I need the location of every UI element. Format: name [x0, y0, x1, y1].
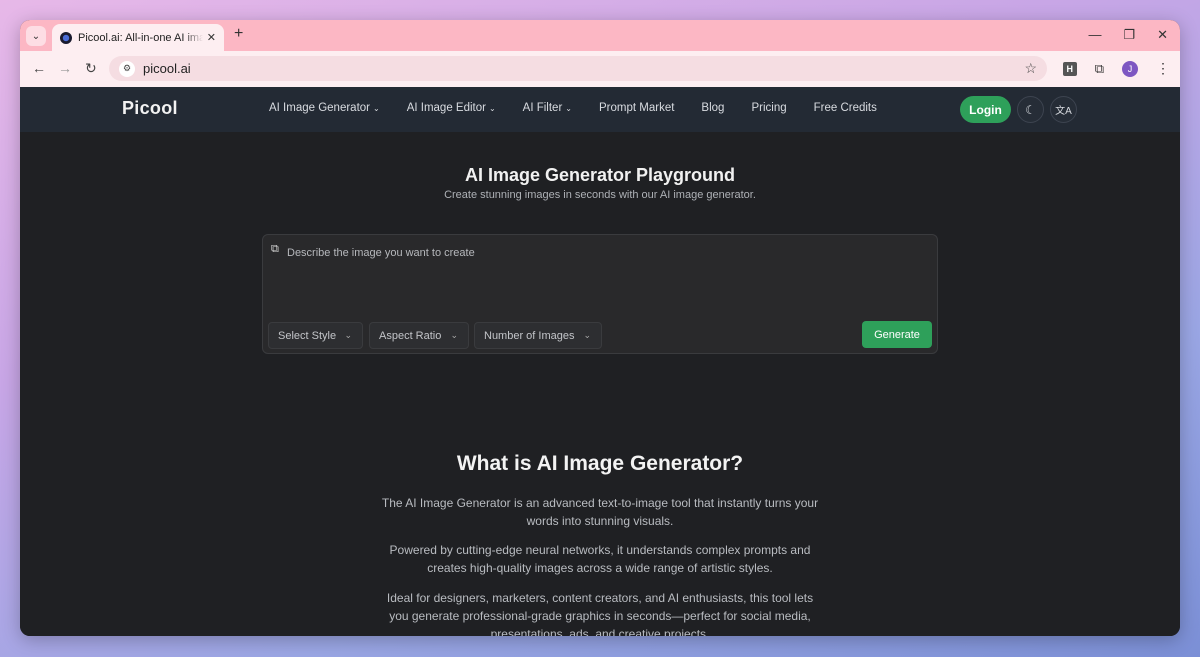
tab-strip: ⌄ Picool.ai: All-in-one AI image generat…	[20, 20, 1180, 51]
browser-tab[interactable]: Picool.ai: All-in-one AI image generator…	[52, 24, 224, 51]
window-controls: — ❐ ✕	[1088, 27, 1168, 43]
nav-pricing[interactable]: Pricing	[751, 102, 786, 114]
prompt-panel: ⧉ Describe the image you want to create …	[262, 234, 938, 354]
forward-arrow-icon[interactable]: →	[58, 60, 72, 76]
select-label: Aspect Ratio	[379, 329, 442, 342]
extensions-puzzle-icon[interactable]: ⧉	[1095, 61, 1104, 77]
browser-toolbar: ← → ↻ ⚙ picool.ai ☆ H ⧉ J ⋮	[20, 51, 1180, 87]
chevron-down-icon: ⌄	[373, 104, 380, 113]
reload-icon[interactable]: ↻	[85, 60, 97, 77]
section-heading: What is AI Image Generator?	[456, 452, 744, 475]
tab-search-button[interactable]: ⌄	[26, 26, 46, 46]
nav-ai-filter[interactable]: AI Filter ⌄	[523, 102, 572, 114]
nav-ai-image-generator[interactable]: AI Image Generator ⌄	[269, 102, 380, 114]
external-link-icon[interactable]: ⧉	[271, 243, 279, 256]
site-logo[interactable]: Picool	[122, 98, 178, 119]
nav-label: AI Image Editor	[406, 102, 486, 114]
chevron-down-icon: ⌄	[450, 330, 458, 340]
site-favicon-icon	[60, 31, 72, 44]
minimize-icon[interactable]: —	[1088, 27, 1101, 43]
nav-label: AI Filter	[522, 102, 563, 114]
page-subtitle: Create stunning images in seconds with o…	[444, 189, 756, 201]
aspect-ratio-select[interactable]: Aspect Ratio ⌄	[369, 322, 469, 349]
nav-label: AI Image Generator	[269, 102, 370, 114]
about-paragraph: Ideal for designers, marketers, content …	[386, 591, 814, 636]
generate-button[interactable]: Generate	[862, 321, 932, 348]
chevron-down-icon: ⌄	[344, 330, 352, 340]
chevron-down-icon: ⌄	[488, 104, 496, 113]
toolbar-actions: H ⧉ J ⋮	[1062, 60, 1170, 77]
prompt-input[interactable]: Describe the image you want to create	[287, 247, 475, 259]
nav-blog[interactable]: Blog	[701, 102, 724, 114]
back-arrow-icon[interactable]: ←	[32, 60, 46, 76]
url-text: picool.ai	[143, 61, 191, 76]
close-tab-icon[interactable]: ✕	[207, 31, 216, 44]
about-paragraph: Powered by cutting-edge neural networks,…	[389, 543, 811, 575]
about-paragraph: The AI Image Generator is an advanced te…	[381, 496, 819, 528]
number-of-images-select[interactable]: Number of Images ⌄	[474, 322, 602, 349]
tab-title: Picool.ai: All-in-one AI image generator	[78, 31, 203, 44]
bookmark-star-icon[interactable]: ☆	[1024, 60, 1037, 77]
nav-prompt-market[interactable]: Prompt Market	[599, 102, 674, 114]
select-label: Number of Images	[484, 329, 575, 342]
theme-toggle-moon-icon[interactable]: ☾	[1017, 96, 1044, 123]
restore-icon[interactable]: ❐	[1123, 27, 1135, 43]
page-title: AI Image Generator Playground	[464, 165, 736, 185]
language-translate-icon[interactable]: 文A	[1050, 96, 1077, 123]
chevron-down-icon: ⌄	[31, 30, 41, 42]
browser-menu-icon[interactable]: ⋮	[1156, 60, 1170, 77]
chevron-down-icon: ⌄	[565, 104, 572, 113]
extension-h-icon[interactable]: H	[1062, 61, 1077, 76]
address-bar[interactable]: ⚙ picool.ai ☆	[109, 56, 1047, 81]
close-window-icon[interactable]: ✕	[1157, 27, 1168, 43]
nav-ai-image-editor[interactable]: AI Image Editor ⌄	[407, 102, 496, 114]
chevron-down-icon: ⌄	[583, 330, 591, 340]
main-content: AI Image Generator Playground Create stu…	[20, 132, 1180, 636]
new-tab-icon[interactable]: +	[234, 25, 243, 43]
nav-free-credits[interactable]: Free Credits	[814, 102, 877, 114]
browser-window: ⌄ Picool.ai: All-in-one AI image generat…	[20, 20, 1180, 636]
select-label: Select Style	[278, 329, 337, 342]
profile-avatar[interactable]: J	[1122, 60, 1138, 77]
main-nav: AI Image Generator ⌄ AI Image Editor ⌄ AI …	[269, 102, 904, 114]
site-info-icon[interactable]: ⚙	[119, 60, 135, 77]
style-select[interactable]: Select Style ⌄	[268, 322, 363, 349]
site-header: Picool AI Image Generator ⌄ AI Image Edit…	[20, 87, 1180, 132]
login-button[interactable]: Login	[960, 96, 1011, 123]
